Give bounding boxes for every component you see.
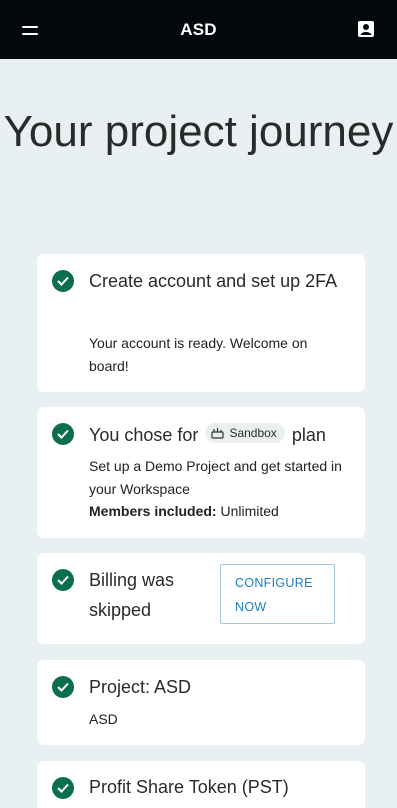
members-value: Unlimited: [220, 503, 279, 519]
check-icon: [52, 270, 74, 292]
configure-now-button[interactable]: CONFIGURE NOW: [220, 564, 335, 624]
step-card-account: Create account and set up 2FA Your accou…: [37, 254, 365, 392]
sandbox-icon: [211, 428, 225, 439]
step-title-suffix: plan: [291, 425, 326, 445]
page-title: Your project journey: [3, 107, 394, 156]
step-title: Billing was skipped: [89, 570, 175, 620]
plan-badge: Sandbox: [205, 423, 285, 443]
step-card-billing: Billing was skipped CONFIGURE NOW: [37, 553, 365, 644]
profile-icon[interactable]: [357, 20, 375, 38]
top-bar: ASD: [0, 0, 397, 59]
step-title: You chose for Sandbox plan: [89, 420, 359, 450]
step-title-prefix: You chose for: [89, 425, 199, 445]
members-info: Members included: Unlimited: [89, 500, 349, 523]
check-icon: [52, 676, 74, 698]
plan-badge-label: Sandbox: [229, 426, 277, 440]
step-card-plan: You chose for Sandbox plan Set up a Demo…: [37, 407, 365, 538]
step-description: Set up a Demo Project and get started in…: [89, 458, 342, 497]
step-card-pst: Profit Share Token (PST): [37, 761, 365, 808]
members-label: Members included:: [89, 503, 217, 519]
menu-icon[interactable]: [22, 20, 52, 40]
step-title: Profit Share Token (PST): [89, 777, 289, 797]
app-title: ASD: [180, 19, 217, 39]
step-title: Create account and set up 2FA: [89, 271, 338, 291]
check-icon: [52, 777, 74, 799]
step-title: Project: ASD: [89, 677, 192, 697]
check-icon: [52, 569, 74, 591]
step-description: ASD: [89, 711, 118, 727]
check-icon: [52, 423, 74, 445]
step-card-project: Project: ASD ASD: [37, 660, 365, 745]
step-description: Your account is ready. Welcome on board!: [89, 335, 308, 374]
